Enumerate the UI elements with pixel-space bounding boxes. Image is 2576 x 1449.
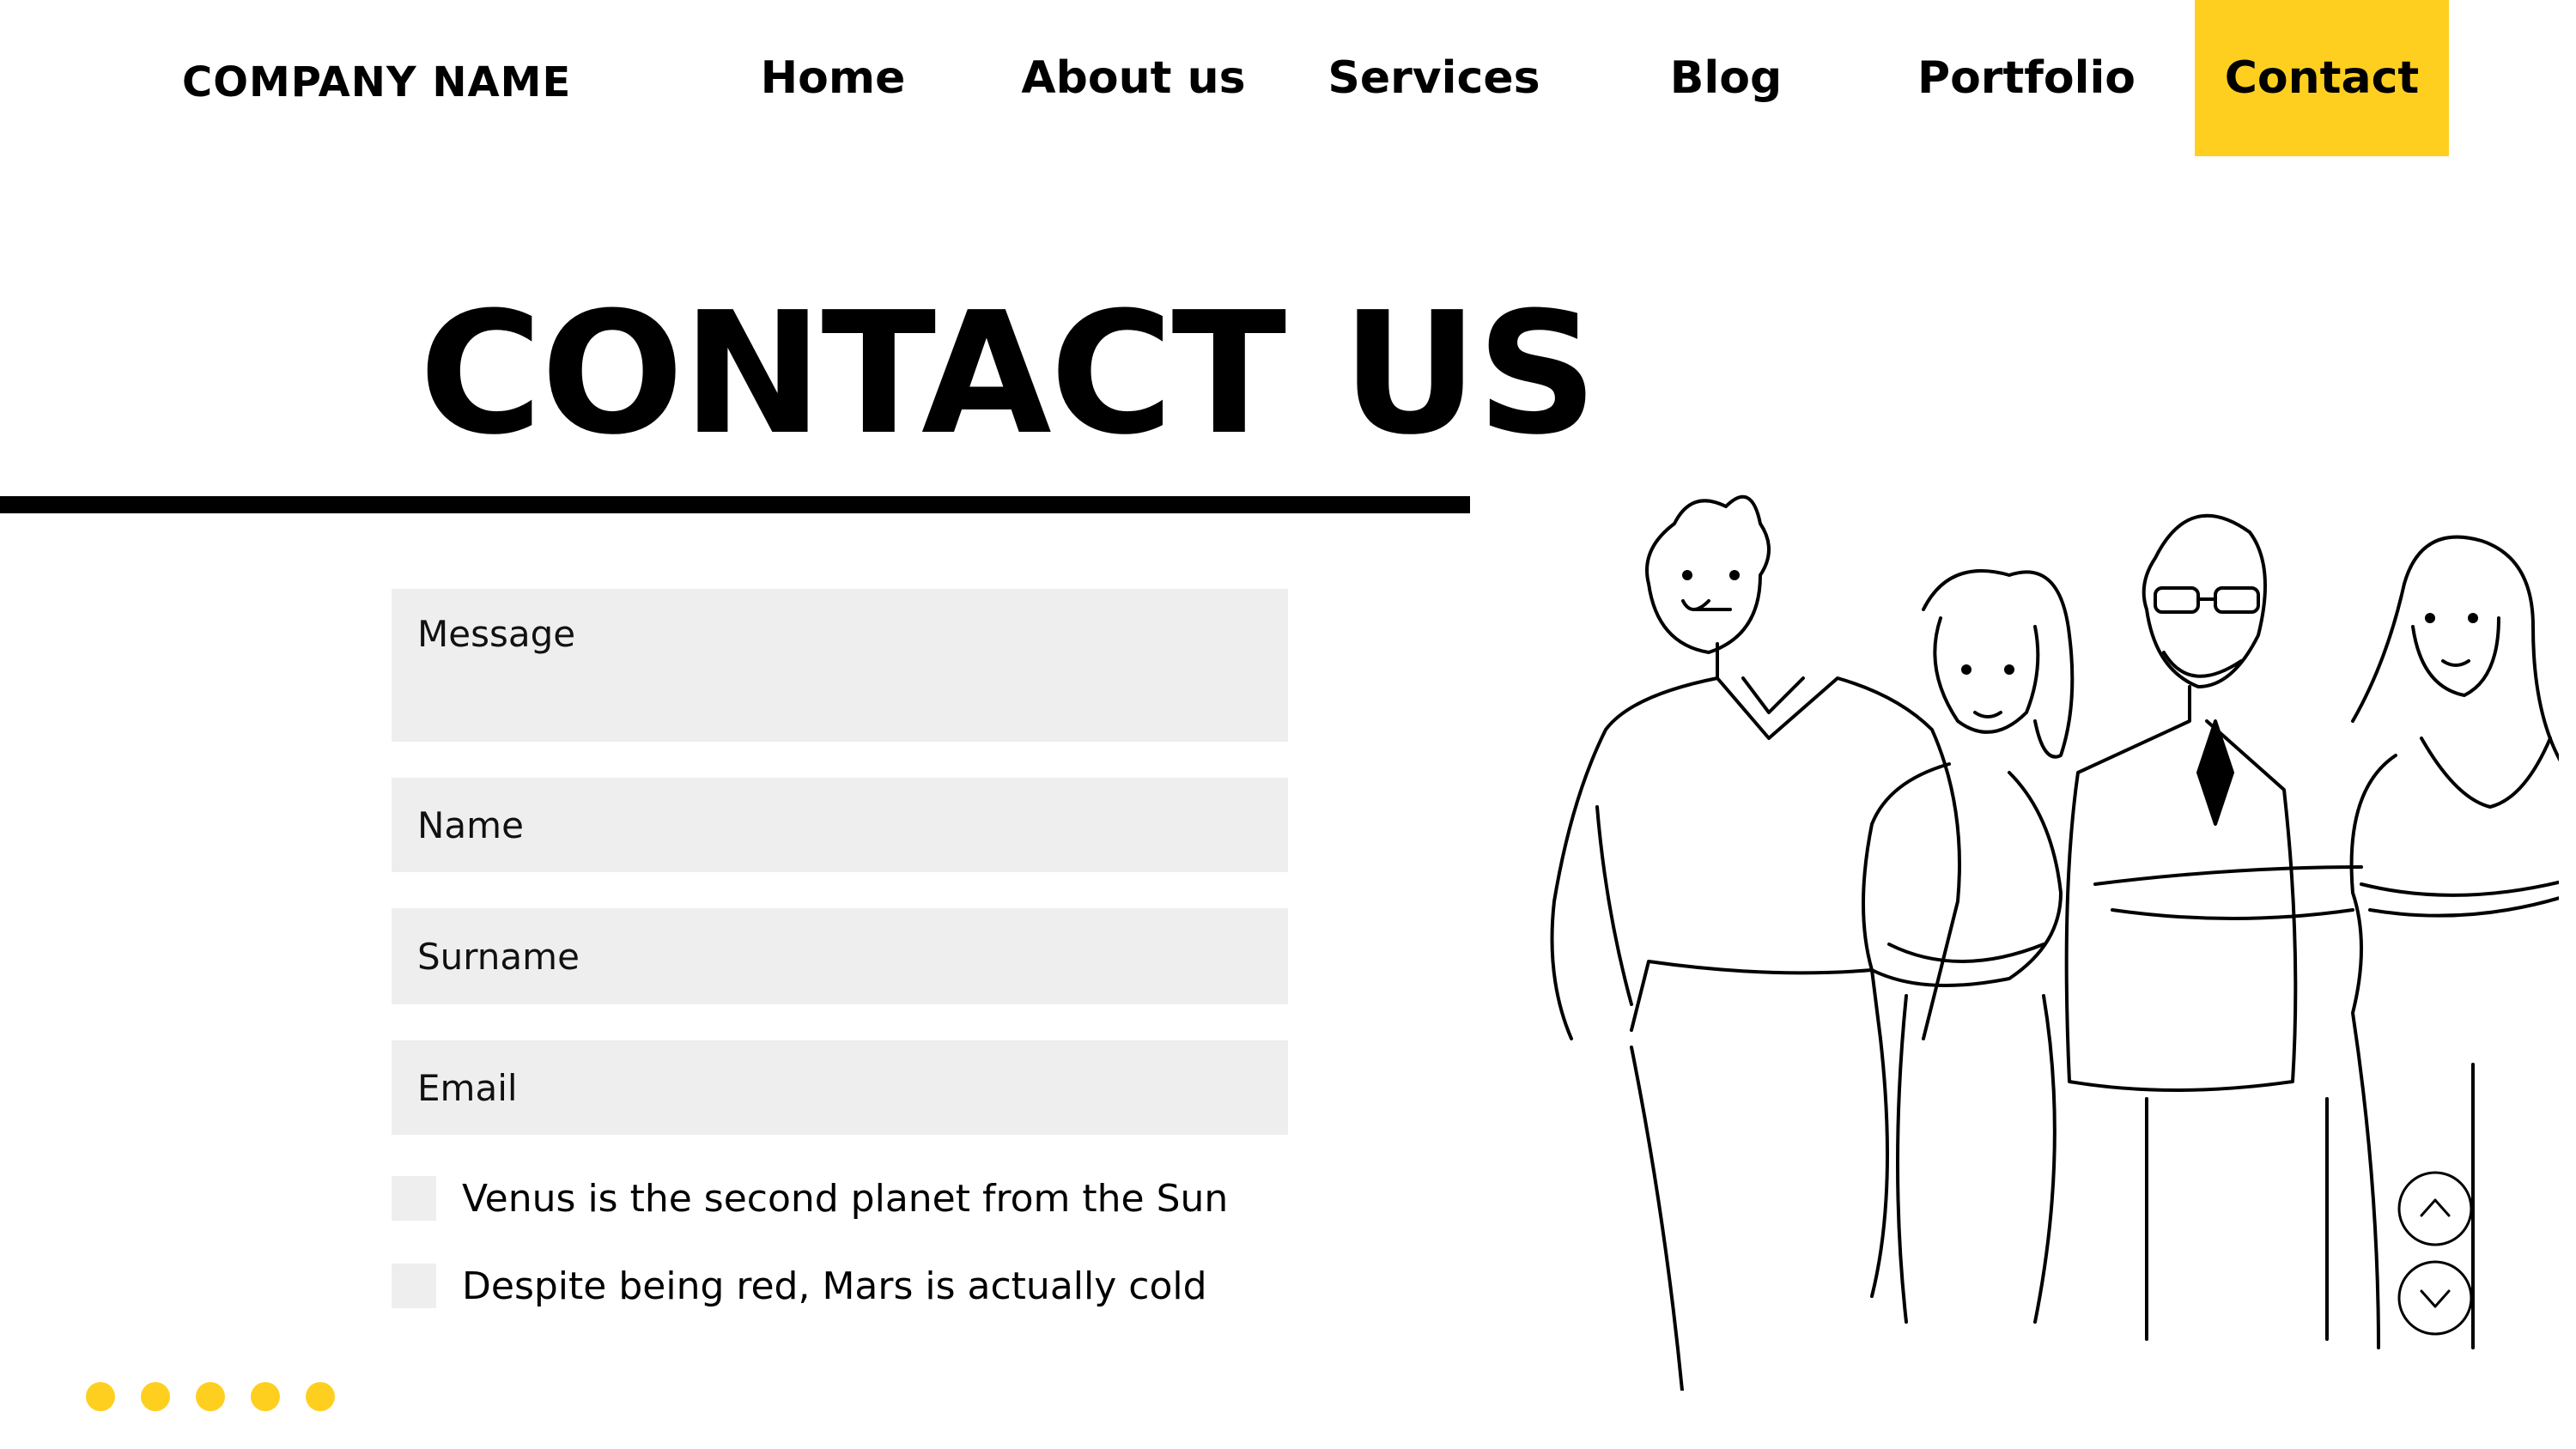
- nav-services[interactable]: Services: [1305, 0, 1563, 156]
- person-man-glasses: [2064, 513, 2363, 1341]
- scroll-up-button[interactable]: [2396, 1169, 2475, 1248]
- team-illustration: [1550, 494, 2559, 1391]
- message-field[interactable]: [392, 589, 1288, 742]
- pagination-dot[interactable]: [306, 1382, 335, 1411]
- nav-about-us[interactable]: About us: [996, 0, 1271, 156]
- company-name: COMPANY NAME: [182, 58, 572, 106]
- pagination-dot[interactable]: [196, 1382, 225, 1411]
- option-label-venus: Venus is the second planet from the Sun: [462, 1176, 1229, 1221]
- option-checkbox-venus[interactable]: [392, 1176, 436, 1221]
- pagination-dots: [86, 1382, 335, 1411]
- surname-field[interactable]: [392, 908, 1288, 1004]
- pagination-dot[interactable]: [141, 1382, 170, 1411]
- nav-blog[interactable]: Blog: [1614, 0, 1838, 156]
- page-title: CONTACT US: [419, 276, 1598, 472]
- person-woman-middle: [1862, 569, 2075, 1324]
- nav-portfolio[interactable]: Portfolio: [1889, 0, 2164, 156]
- person-man-left: [1550, 494, 1961, 1391]
- pagination-dot[interactable]: [251, 1382, 280, 1411]
- pagination-dot[interactable]: [86, 1382, 115, 1411]
- option-label-mars: Despite being red, Mars is actually cold: [462, 1264, 1207, 1308]
- scroll-down-button[interactable]: [2396, 1258, 2475, 1337]
- title-underline: [0, 496, 1470, 513]
- option-row-mars[interactable]: Despite being red, Mars is actually cold: [392, 1264, 1207, 1308]
- option-row-venus[interactable]: Venus is the second planet from the Sun: [392, 1176, 1228, 1221]
- email-field[interactable]: [392, 1040, 1288, 1135]
- option-checkbox-mars[interactable]: [392, 1264, 436, 1308]
- nav-contact[interactable]: Contact: [2195, 0, 2449, 156]
- name-field[interactable]: [392, 778, 1288, 872]
- nav-home[interactable]: Home: [704, 0, 962, 156]
